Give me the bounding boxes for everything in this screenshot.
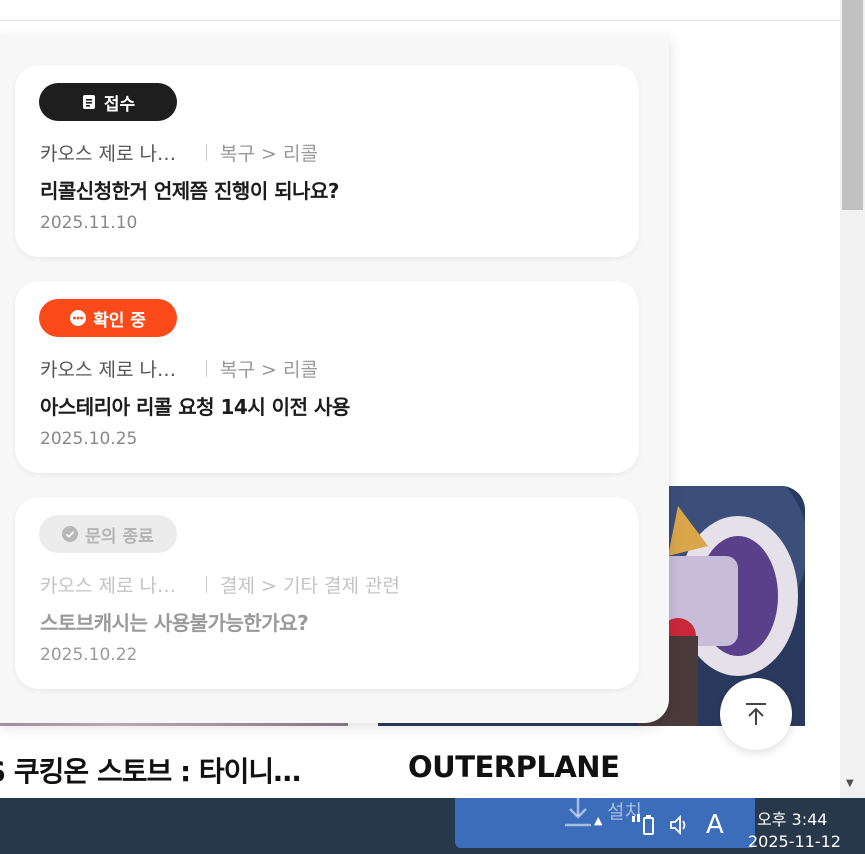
inquiry-date: 2025.10.25 [40, 429, 138, 449]
inquiry-game: 카오스 제로 나… [40, 143, 176, 165]
scrollbar-thumb[interactable] [842, 0, 863, 210]
inquiry-date: 2025.11.10 [40, 213, 138, 233]
inquiry-item[interactable]: 문의 종료 카오스 제로 나… 결제 > 기타 결제 관련 스토브캐시는 사용불… [15, 497, 639, 689]
inquiry-meta: 카오스 제로 나… 복구 > 리콜 [40, 355, 318, 382]
clock-date[interactable]: 2025-11-12 [748, 832, 841, 851]
meta-divider [206, 144, 207, 161]
document-icon [81, 94, 97, 110]
inquiry-game: 카오스 제로 나… [40, 359, 176, 381]
tray-expand-chevron-icon[interactable]: ▲ [594, 814, 602, 827]
status-badge-received: 접수 [39, 83, 177, 121]
page-scrollbar[interactable] [840, 0, 865, 798]
inquiry-category: 복구 > 리콜 [220, 359, 318, 381]
meta-divider [206, 360, 207, 377]
status-label: 접수 [103, 94, 136, 115]
status-badge-closed: 문의 종료 [39, 515, 177, 553]
download-icon [563, 796, 593, 832]
meta-divider [206, 576, 207, 593]
clock-time[interactable]: 오후 3:44 [757, 806, 827, 830]
game-title-outerplane[interactable]: OUTERPLANE [408, 750, 620, 784]
inquiry-game: 카오스 제로 나… [40, 575, 176, 597]
scroll-to-top-button[interactable] [720, 678, 792, 750]
inquiry-category: 복구 > 리콜 [220, 143, 318, 165]
inquiry-meta: 카오스 제로 나… 복구 > 리콜 [40, 139, 318, 166]
network-icon[interactable] [630, 812, 656, 841]
inquiry-title: 스토브캐시는 사용불가능한가요? [40, 611, 309, 635]
top-strip [0, 0, 840, 21]
status-badge-checking: 확인 중 [39, 299, 177, 337]
inquiry-title: 리콜신청한거 언제쯤 진행이 되나요? [40, 179, 340, 203]
ime-indicator[interactable]: A [706, 810, 724, 840]
inquiry-date: 2025.10.22 [40, 645, 138, 665]
inquiry-title: 아스테리아 리콜 요청 14시 이전 사용 [40, 395, 350, 419]
inquiry-category: 결제 > 기타 결제 관련 [220, 575, 400, 597]
scroll-down-arrow-icon[interactable]: ▼ [846, 778, 854, 789]
volume-icon[interactable] [668, 814, 690, 841]
game-title-cookingon[interactable]: S 쿠킹온 스토브 : 타이니… [0, 750, 301, 790]
inquiry-item[interactable]: 확인 중 카오스 제로 나… 복구 > 리콜 아스테리아 리콜 요청 14시 이… [15, 281, 639, 473]
status-label: 문의 종료 [85, 526, 154, 547]
more-dots-icon [70, 310, 87, 326]
inquiry-item[interactable]: 접수 카오스 제로 나… 복구 > 리콜 리콜신청한거 언제쯤 진행이 되나요?… [15, 65, 639, 257]
arrow-up-to-top-icon [746, 703, 766, 725]
status-label: 확인 중 [93, 310, 146, 331]
inquiry-meta: 카오스 제로 나… 결제 > 기타 결제 관련 [40, 571, 400, 598]
check-circle-icon [62, 526, 79, 542]
inquiry-list-panel: 접수 카오스 제로 나… 복구 > 리콜 리콜신청한거 언제쯤 진행이 되나요?… [0, 35, 669, 723]
